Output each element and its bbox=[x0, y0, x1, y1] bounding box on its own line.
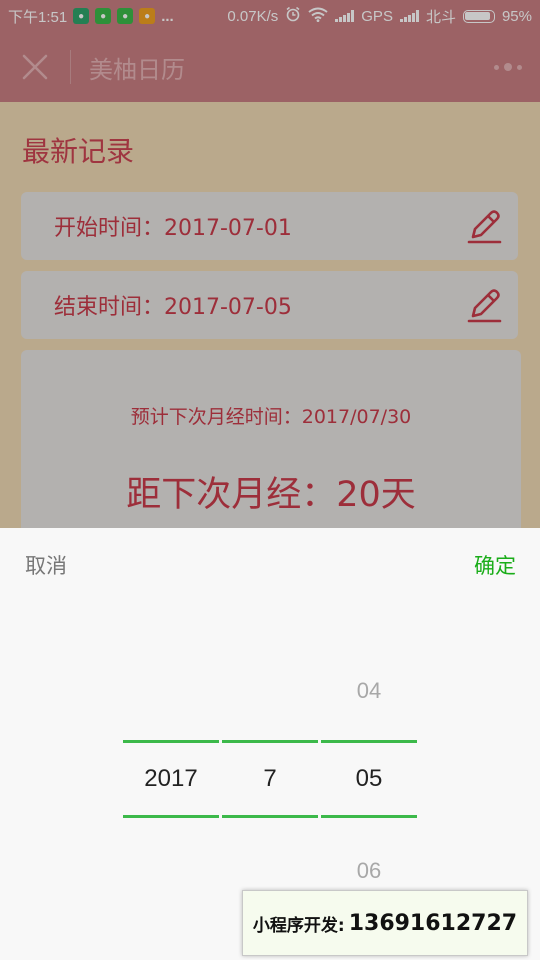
end-time-text: 结束时间：2017-07-05 bbox=[54, 295, 292, 320]
next-period-prediction: 预计下次月经时间：2017/07/30 bbox=[130, 406, 412, 428]
year-selected[interactable]: 2017 bbox=[123, 765, 219, 793]
alarm-icon bbox=[285, 6, 301, 26]
end-time-card[interactable]: 结束时间：2017-07-05 bbox=[21, 271, 518, 339]
battery-icon bbox=[462, 9, 495, 23]
confirm-button[interactable]: 确定 bbox=[474, 550, 516, 580]
more-dot-icon bbox=[517, 64, 522, 70]
close-button[interactable] bbox=[0, 32, 70, 102]
more-options-button[interactable] bbox=[494, 63, 522, 71]
main-content: 最新记录 开始时间：2017-07-01 结束时间：2017-07-05 预计下… bbox=[0, 102, 540, 550]
cell-signal-icon-2 bbox=[399, 10, 419, 22]
cancel-button[interactable]: 取消 bbox=[25, 550, 67, 580]
close-icon bbox=[22, 54, 48, 80]
more-dot-icon bbox=[494, 64, 499, 70]
selection-line-bottom bbox=[222, 815, 318, 818]
selection-line-bottom bbox=[321, 815, 417, 818]
selection-line-bottom bbox=[123, 815, 219, 818]
day-option-prev[interactable]: 04 bbox=[321, 678, 417, 704]
page-title: 美柚日历 bbox=[89, 55, 185, 84]
app-notification-icon: ● bbox=[139, 8, 156, 24]
more-notifications-indicator: ... bbox=[161, 7, 174, 25]
nav-divider bbox=[70, 50, 71, 84]
gps-indicator: GPS bbox=[361, 7, 393, 25]
promo-banner: 小程序开发: 13691612727 bbox=[242, 890, 528, 956]
start-time-card[interactable]: 开始时间：2017-07-01 bbox=[21, 192, 518, 260]
status-time: 下午1:51 bbox=[8, 8, 68, 26]
wifi-icon bbox=[308, 7, 328, 26]
beidou-indicator: 北斗 bbox=[425, 8, 456, 26]
section-title: 最新记录 bbox=[22, 135, 135, 168]
period-countdown: 距下次月经：20天 bbox=[126, 475, 416, 515]
more-dot-icon bbox=[504, 63, 512, 71]
day-option-next[interactable]: 06 bbox=[321, 858, 417, 884]
security-shield-icon: ● bbox=[73, 8, 90, 24]
navigation-bar: 美柚日历 bbox=[0, 32, 540, 102]
status-bar: 下午1:51 ● ● ● ● ... 0.07K/s GPS 北斗 95% bbox=[0, 0, 540, 32]
month-selected[interactable]: 7 bbox=[222, 765, 318, 793]
day-selected[interactable]: 05 bbox=[321, 765, 417, 793]
promo-phone: 13691612727 bbox=[348, 910, 518, 936]
wechat-icon-2: ● bbox=[117, 8, 134, 24]
year-wheel[interactable]: 2017 bbox=[123, 528, 219, 960]
network-speed: 0.07K/s bbox=[227, 7, 279, 25]
battery-level: 95% bbox=[501, 7, 532, 25]
selection-line-top bbox=[321, 740, 417, 743]
start-time-text: 开始时间：2017-07-01 bbox=[54, 216, 292, 241]
prediction-card: 预计下次月经时间：2017/07/30 距下次月经：20天 bbox=[21, 350, 521, 550]
edit-pencil-icon[interactable] bbox=[464, 285, 504, 325]
promo-label: 小程序开发: bbox=[252, 915, 345, 936]
edit-pencil-icon[interactable] bbox=[464, 206, 504, 246]
cell-signal-icon bbox=[335, 10, 355, 22]
wechat-icon: ● bbox=[95, 8, 112, 24]
selection-line-top bbox=[222, 740, 318, 743]
selection-line-top bbox=[123, 740, 219, 743]
